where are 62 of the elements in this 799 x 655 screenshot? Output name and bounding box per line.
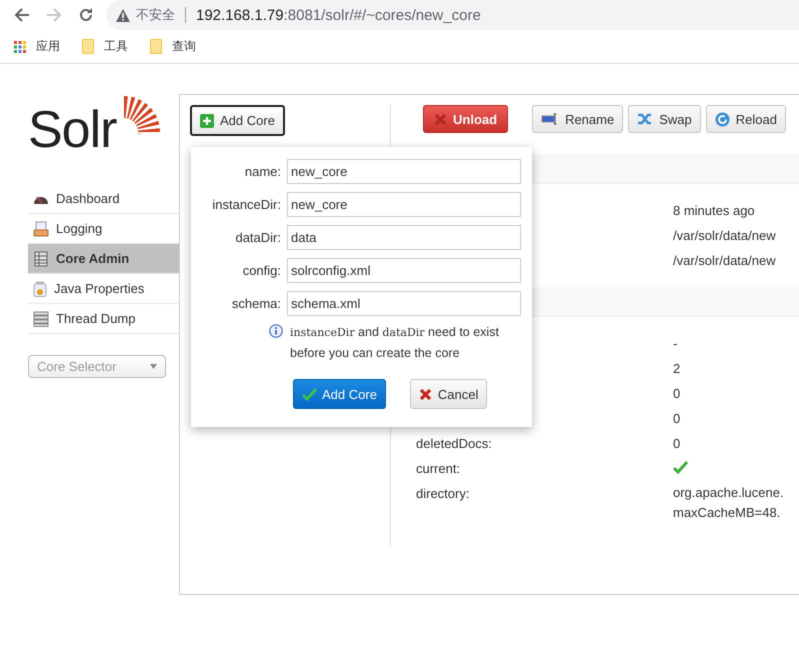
checkmark-icon bbox=[302, 388, 317, 400]
field-label: config: bbox=[242, 263, 282, 278]
field-label: name: bbox=[244, 164, 282, 179]
input-field[interactable]: data bbox=[287, 225, 521, 250]
input-field[interactable]: schema.xml bbox=[287, 291, 521, 316]
reload-button[interactable]: Reload bbox=[706, 105, 786, 133]
folder-icon bbox=[82, 39, 94, 54]
field-label: deletedDocs: bbox=[416, 436, 492, 451]
shuffle-icon bbox=[637, 112, 654, 126]
jar-icon bbox=[33, 280, 47, 296]
caret-icon bbox=[150, 364, 157, 369]
url-host: 192.168.1.79 bbox=[196, 6, 284, 24]
text-cursor-icon bbox=[541, 113, 560, 125]
hint-text: instanceDir and dataDir need to exist before you can create the core bbox=[290, 324, 500, 362]
back-icon[interactable] bbox=[14, 7, 30, 23]
field-value: 8 minutes ago bbox=[673, 202, 755, 220]
security-label: 不安全 bbox=[136, 6, 175, 24]
warning-icon bbox=[116, 8, 130, 22]
input-field[interactable]: solrconfig.xml bbox=[287, 258, 521, 283]
sidebar-item[interactable]: Dashboard bbox=[28, 184, 179, 214]
server-icon bbox=[33, 250, 49, 266]
field-value: org.apache.lucene. bbox=[673, 484, 784, 502]
swap-button[interactable]: Swap bbox=[628, 105, 701, 133]
folder-icon bbox=[150, 39, 162, 54]
sidebar-item[interactable]: Core Admin bbox=[28, 244, 179, 274]
rename-button[interactable]: Rename bbox=[532, 105, 624, 133]
field-value: 0 bbox=[673, 435, 680, 453]
bookmark[interactable]: 查询 bbox=[150, 38, 196, 55]
sidebar-item[interactable]: Java Properties bbox=[28, 274, 179, 304]
unload-button[interactable]: Unload bbox=[423, 105, 508, 133]
input-field[interactable]: new_core bbox=[287, 159, 521, 184]
url-path: :8081/solr/#/~cores/new_core bbox=[284, 6, 481, 24]
cross-icon bbox=[418, 388, 432, 400]
field-value: - bbox=[673, 335, 678, 353]
sidebar-item[interactable]: Thread Dump bbox=[28, 304, 179, 334]
field-value: /var/solr/data/new bbox=[673, 227, 776, 245]
field-value: /var/solr/data/new bbox=[673, 252, 776, 270]
stack-icon bbox=[33, 310, 49, 326]
cancel-button[interactable]: Cancel bbox=[410, 379, 488, 409]
plus-icon bbox=[200, 114, 214, 128]
solr-logo-text: Solr bbox=[28, 100, 116, 160]
field-value: maxCacheMB=48. bbox=[673, 504, 782, 522]
document-icon bbox=[33, 220, 49, 236]
refresh-icon bbox=[714, 112, 730, 126]
bookmark[interactable]: 工具 bbox=[82, 38, 128, 55]
apps-icon bbox=[14, 40, 26, 52]
field-label: instanceDir: bbox=[211, 197, 282, 212]
bookmark[interactable]: 应用 bbox=[14, 38, 60, 55]
field-label: directory: bbox=[416, 486, 470, 501]
field-label: schema: bbox=[230, 296, 282, 311]
field-value: 2 bbox=[673, 360, 680, 378]
cross-icon bbox=[434, 112, 447, 126]
info-icon bbox=[269, 324, 283, 338]
field-value: 0 bbox=[673, 385, 680, 403]
input-field[interactable]: new_core bbox=[287, 192, 521, 217]
add-core-button[interactable]: Add Core bbox=[190, 105, 285, 136]
reload-icon[interactable] bbox=[78, 7, 94, 23]
add-core-submit-button[interactable]: Add Core bbox=[293, 379, 386, 409]
address-bar[interactable]: 不安全 192.168.1.79:8081/solr/#/~cores/new_core bbox=[106, 0, 799, 30]
field-value: 0 bbox=[673, 410, 680, 428]
field-label: current: bbox=[416, 461, 460, 476]
field-label: dataDir: bbox=[234, 230, 282, 245]
